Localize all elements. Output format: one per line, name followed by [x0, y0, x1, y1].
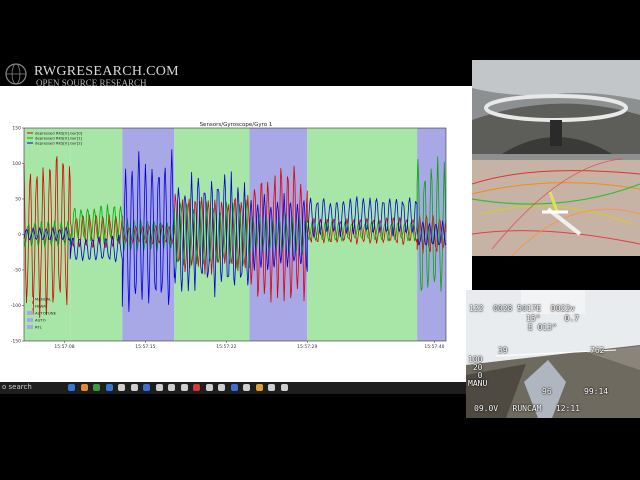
osd-speed: 39: [498, 346, 508, 355]
osd-distance: 99:14: [584, 387, 609, 396]
plot-window: Sensors/Gyroscope/Gyro 1 150 100 50 0 -50 -10…: [0, 86, 472, 382]
map-overlay-view: [472, 154, 640, 256]
taskbar-app-icon[interactable]: [118, 384, 125, 391]
osd-heading: 96: [542, 387, 552, 396]
mode-band: [122, 128, 175, 341]
taskbar-app-icon[interactable]: [80, 384, 88, 391]
legend-label: depressed RKS[0].Gyr[2]: [35, 141, 83, 146]
x-tick-label: 15:57:22: [216, 344, 236, 350]
legend-swatch: [27, 304, 33, 308]
taskbar-app-icon[interactable]: [155, 384, 163, 391]
legend-label: FBWA: [35, 304, 46, 309]
taskbar-app-icon[interactable]: [168, 384, 175, 391]
gyro-chart[interactable]: Sensors/Gyroscope/Gyro 1 150 100 50 0 -50 -10…: [0, 86, 472, 382]
legend-label: MANUAL: [35, 297, 52, 302]
y-tick-label: 50: [15, 197, 21, 203]
taskbar-app-icon[interactable]: [205, 384, 213, 391]
osd-bottom-line: 09.0V RUNCAM 12:11: [474, 404, 580, 413]
cockpit-camera-view: [472, 60, 640, 154]
osd-line2: 15° 0.7: [526, 314, 579, 323]
osd-left-values: 100 20 0 MANU: [468, 355, 488, 388]
y-tick-label: -50: [14, 268, 21, 274]
taskbar-app-icon[interactable]: [243, 384, 250, 391]
x-tick-label: 15:57:29: [297, 344, 317, 350]
fpv-osd-view: 122 0028 5017E D022v 15° 0.7 E 013° 39 7…: [466, 290, 640, 418]
taskbar-app-icon[interactable]: [280, 384, 288, 391]
taskbar-search[interactable]: o search: [2, 383, 32, 391]
y-tick-label: 150: [12, 126, 21, 132]
osd-top-line: 122 0028 5017E D022v: [469, 304, 575, 313]
taskbar-app-icon[interactable]: [230, 384, 238, 391]
osd-altitude: 762: [590, 346, 605, 355]
taskbar-app-icon[interactable]: [180, 384, 188, 391]
taskbar-app-icon[interactable]: [143, 384, 150, 391]
x-tick-label: 15:57:15: [135, 344, 155, 350]
legend-swatch: [27, 325, 33, 329]
taskbar-app-icon[interactable]: [93, 384, 100, 391]
legend-swatch: [27, 311, 33, 315]
taskbar-app-icon[interactable]: [105, 384, 113, 391]
legend-swatch: [27, 318, 33, 322]
legend-label: AUTO: [35, 318, 46, 323]
taskbar-app-icon[interactable]: [193, 384, 200, 391]
legend-label: RTL: [35, 325, 43, 330]
taskbar-app-icon[interactable]: [218, 384, 225, 391]
rwgresearch-logo: [5, 63, 27, 85]
y-tick-label: 0: [18, 232, 21, 238]
y-tick-label: 100: [12, 161, 21, 167]
y-tick-label: -100: [11, 303, 21, 309]
legend-label: AUTOTUNE: [35, 311, 57, 316]
x-tick-label: 15:57:40: [424, 344, 444, 350]
chart-title: Sensors/Gyroscope/Gyro 1: [200, 122, 273, 128]
osd-line3: E 013°: [528, 323, 557, 332]
taskbar-app-icon[interactable]: [68, 384, 75, 391]
taskbar-app-icon[interactable]: [268, 384, 275, 391]
x-tick-label: 15:57:08: [54, 344, 74, 350]
taskbar-app-icon[interactable]: [255, 384, 263, 391]
taskbar-app-icon[interactable]: [130, 384, 138, 391]
y-tick-label: -150: [11, 339, 21, 345]
legend-swatch: [27, 297, 33, 301]
